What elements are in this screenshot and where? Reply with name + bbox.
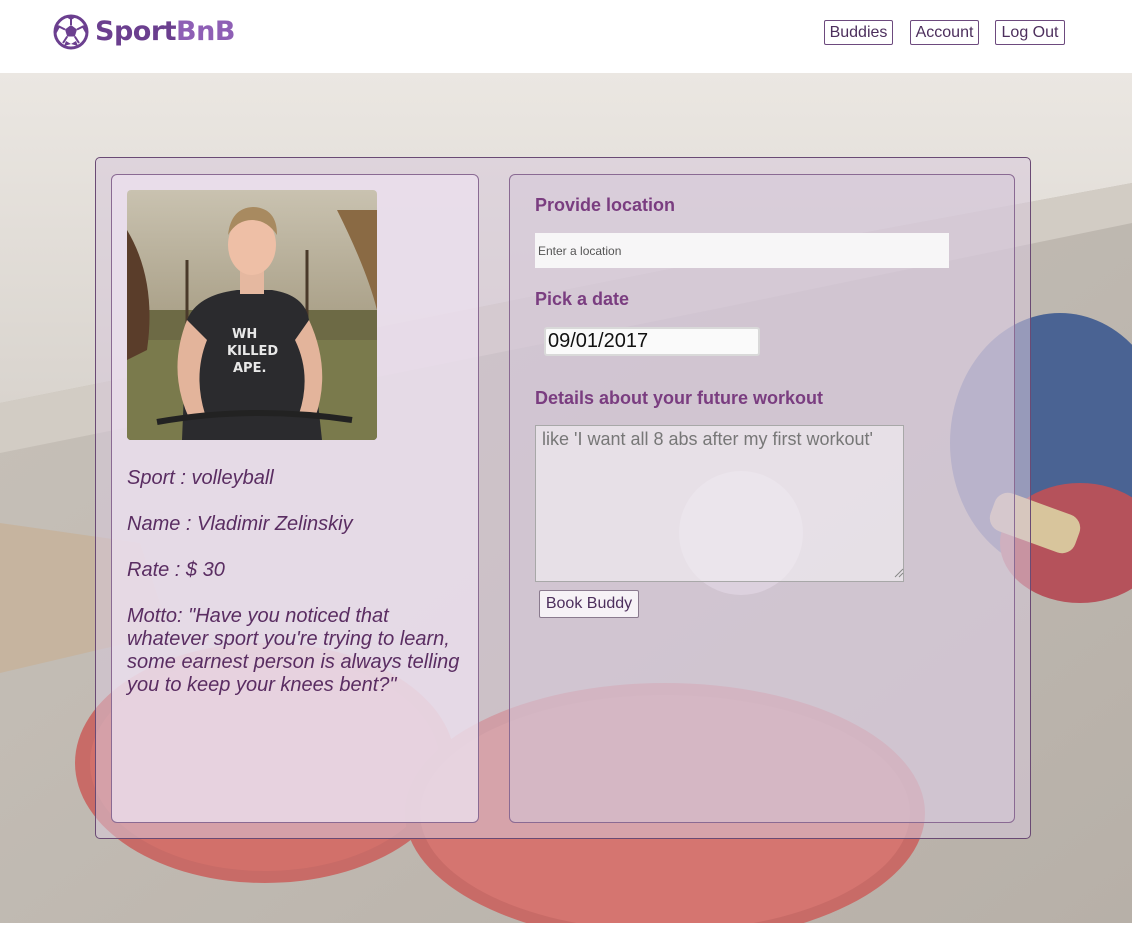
svg-text:KILLED: KILLED (227, 344, 278, 359)
resize-grip-icon[interactable] (894, 568, 904, 578)
buddy-avatar: WH KILLED APE. (127, 190, 377, 440)
top-header: SportBnB Buddies Account Log Out (0, 0, 1132, 73)
date-input[interactable] (544, 327, 760, 356)
buddy-profile-panel: WH KILLED APE. Sport : volleyball Name :… (111, 174, 479, 823)
buddy-name: Name : Vladimir Zelinskiy (127, 513, 353, 535)
buddies-button[interactable]: Buddies (824, 20, 893, 45)
logo[interactable]: SportBnB (53, 12, 235, 52)
logo-text-sport: Sport (95, 16, 177, 47)
logout-button[interactable]: Log Out (995, 20, 1065, 45)
soccer-ball-icon (53, 14, 89, 50)
account-button[interactable]: Account (910, 20, 979, 45)
details-label: Details about your future workout (535, 388, 824, 408)
logo-text-bnb: BnB (176, 16, 235, 47)
logo-text: SportBnB (95, 14, 235, 50)
details-textarea[interactable] (535, 425, 904, 582)
buddy-rate: Rate : $ 30 (127, 559, 225, 581)
location-label: Provide location (535, 195, 676, 215)
booking-form: Provide location Pick a date Details abo… (509, 174, 1015, 823)
svg-text:WH: WH (232, 327, 257, 342)
buddy-photo: WH KILLED APE. (127, 190, 377, 440)
buddy-motto: Motto: "Have you noticed that whatever s… (127, 605, 460, 696)
buddy-sport: Sport : volleyball (127, 467, 274, 489)
svg-text:APE.: APE. (233, 361, 266, 376)
book-buddy-button[interactable]: Book Buddy (539, 590, 639, 618)
location-input[interactable] (535, 233, 949, 268)
date-label: Pick a date (535, 289, 630, 309)
buddy-booking-card: WH KILLED APE. Sport : volleyball Name :… (95, 157, 1031, 839)
